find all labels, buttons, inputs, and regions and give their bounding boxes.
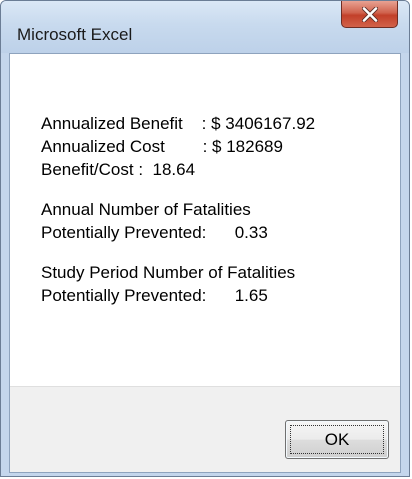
annual-fatalities-value: Potentially Prevented: 0.33 — [41, 223, 268, 242]
close-icon — [361, 6, 378, 22]
annualized-cost-text: Annualized Cost : $ 182689 — [41, 137, 283, 156]
button-bar: OK — [10, 386, 400, 472]
study-fatalities-value: Potentially Prevented: 1.65 — [41, 286, 268, 305]
window-title: Microsoft Excel — [17, 25, 133, 44]
annual-fatalities-heading: Annual Number of Fatalities — [41, 200, 251, 219]
message-text: Annualized Benefit : $ 3406167.92 Annual… — [41, 112, 315, 307]
focus-rectangle — [290, 425, 384, 454]
benefit-cost-ratio-text: Benefit/Cost : 18.64 — [41, 160, 196, 179]
close-button[interactable] — [341, 1, 398, 28]
ok-button[interactable]: OK — [285, 420, 389, 459]
annualized-benefit-text: Annualized Benefit : $ 3406167.92 — [41, 114, 316, 133]
message-box-window: Microsoft Excel Annualized Benefit : $ 3… — [0, 0, 410, 477]
dialog-body: Annualized Benefit : $ 3406167.92 Annual… — [9, 53, 401, 473]
title-bar[interactable]: Microsoft Excel — [1, 1, 409, 53]
study-fatalities-heading: Study Period Number of Fatalities — [41, 263, 296, 282]
